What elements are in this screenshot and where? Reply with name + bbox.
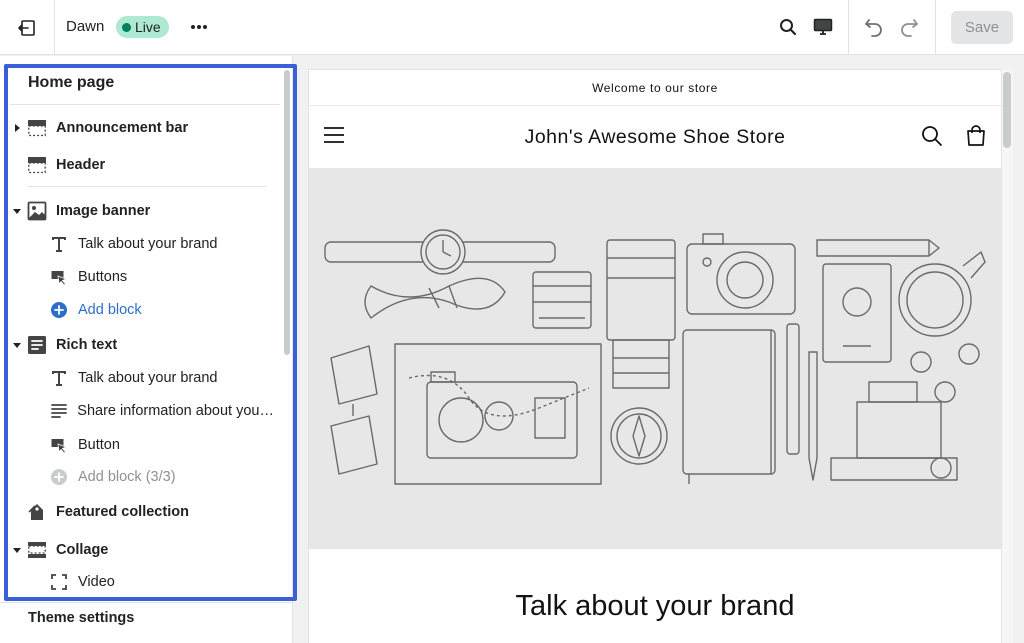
preview-scrollbar[interactable] — [1003, 72, 1011, 148]
section-label: Header — [56, 157, 106, 173]
live-status-badge: Live — [116, 16, 169, 38]
inspector-search-button[interactable] — [775, 14, 801, 40]
store-header[interactable]: John's Awesome Shoe Store — [309, 106, 1001, 168]
undo-button[interactable] — [861, 14, 887, 40]
button-icon — [48, 266, 70, 288]
section-label: Image banner — [56, 203, 151, 219]
header-icon — [26, 154, 48, 176]
redo-button[interactable] — [896, 14, 922, 40]
divider — [28, 186, 266, 187]
tag-icon — [26, 501, 48, 523]
more-horizontal-icon — [191, 25, 207, 29]
redo-icon — [901, 19, 918, 37]
cart-icon[interactable] — [964, 124, 988, 148]
section-label: Collage — [56, 542, 109, 558]
image-banner[interactable] — [309, 168, 1001, 549]
announcement-bar-icon — [26, 117, 48, 139]
block-button[interactable]: Button — [46, 430, 274, 460]
theme-settings-link[interactable]: Theme settings — [28, 610, 134, 626]
rich-text-icon — [26, 334, 48, 356]
block-share-information[interactable]: Share information about your ... — [46, 396, 274, 426]
page-title: Home page — [28, 74, 115, 91]
block-talk-about-brand[interactable]: Talk about your brand — [46, 363, 274, 393]
block-buttons[interactable]: Buttons — [46, 262, 274, 292]
add-block-button[interactable]: Add block — [46, 295, 274, 325]
section-image-banner[interactable]: Image banner — [10, 196, 278, 226]
section-label: Rich text — [56, 337, 118, 353]
search-icon[interactable] — [921, 125, 943, 147]
block-video[interactable]: Video — [46, 567, 274, 597]
add-block-button-disabled: Add block (3/3) — [46, 462, 274, 492]
device-preview-button[interactable] — [810, 14, 836, 40]
toolbar-divider — [935, 0, 936, 55]
caret-down-icon[interactable] — [10, 546, 24, 554]
block-label: Buttons — [78, 269, 128, 285]
block-label: Video — [78, 574, 115, 590]
section-announcement-bar[interactable]: Announcement bar — [10, 113, 278, 143]
block-label: Share information about your ... — [77, 403, 274, 419]
exit-button[interactable] — [0, 0, 55, 55]
block-label: Button — [78, 437, 120, 453]
save-button[interactable]: Save — [951, 11, 1013, 44]
announcement-bar[interactable]: Welcome to our store — [309, 70, 1001, 106]
undo-icon — [865, 19, 882, 37]
section-collage[interactable]: Collage — [10, 535, 278, 565]
add-block-label: Add block (3/3) — [78, 469, 176, 485]
block-talk-about-brand[interactable]: Talk about your brand — [46, 229, 274, 259]
section-label: Announcement bar — [56, 120, 189, 136]
caret-right-icon[interactable] — [10, 123, 24, 133]
sidebar-scrollbar[interactable] — [284, 70, 290, 355]
rich-text-heading[interactable]: Talk about your brand — [309, 590, 1001, 623]
more-actions-button[interactable] — [186, 14, 212, 40]
section-header[interactable]: Header — [10, 150, 278, 180]
plus-circle-icon — [48, 466, 70, 488]
section-featured-collection[interactable]: Featured collection — [10, 497, 278, 527]
text-icon — [48, 233, 70, 255]
live-label: Live — [135, 19, 161, 35]
editor-topbar: Dawn Live Save — [0, 0, 1024, 55]
divider — [10, 104, 280, 105]
store-name[interactable]: John's Awesome Shoe Store — [309, 126, 1001, 149]
search-icon — [780, 19, 797, 36]
plus-circle-icon — [48, 299, 70, 321]
text-icon — [48, 367, 70, 389]
live-dot-icon — [122, 22, 131, 32]
block-label: Talk about your brand — [78, 370, 218, 386]
add-block-label: Add block — [78, 302, 142, 318]
button-icon — [48, 434, 70, 456]
collage-icon — [26, 539, 48, 561]
image-icon — [26, 200, 48, 222]
exit-icon — [18, 19, 35, 36]
section-rich-text[interactable]: Rich text — [10, 330, 278, 360]
storefront-preview: Welcome to our store John's Awesome Shoe… — [309, 70, 1001, 643]
section-label: Featured collection — [56, 504, 189, 520]
video-frame-icon — [48, 571, 70, 593]
block-label: Talk about your brand — [78, 236, 218, 252]
paragraph-icon — [48, 400, 69, 422]
caret-down-icon[interactable] — [10, 341, 24, 349]
caret-down-icon[interactable] — [10, 207, 24, 215]
divider — [0, 602, 292, 603]
desktop-icon — [813, 18, 833, 35]
preview-scroll-track — [1001, 70, 1013, 643]
theme-name: Dawn — [66, 18, 105, 35]
banner-illustration — [324, 229, 986, 485]
toolbar-divider — [848, 0, 849, 55]
